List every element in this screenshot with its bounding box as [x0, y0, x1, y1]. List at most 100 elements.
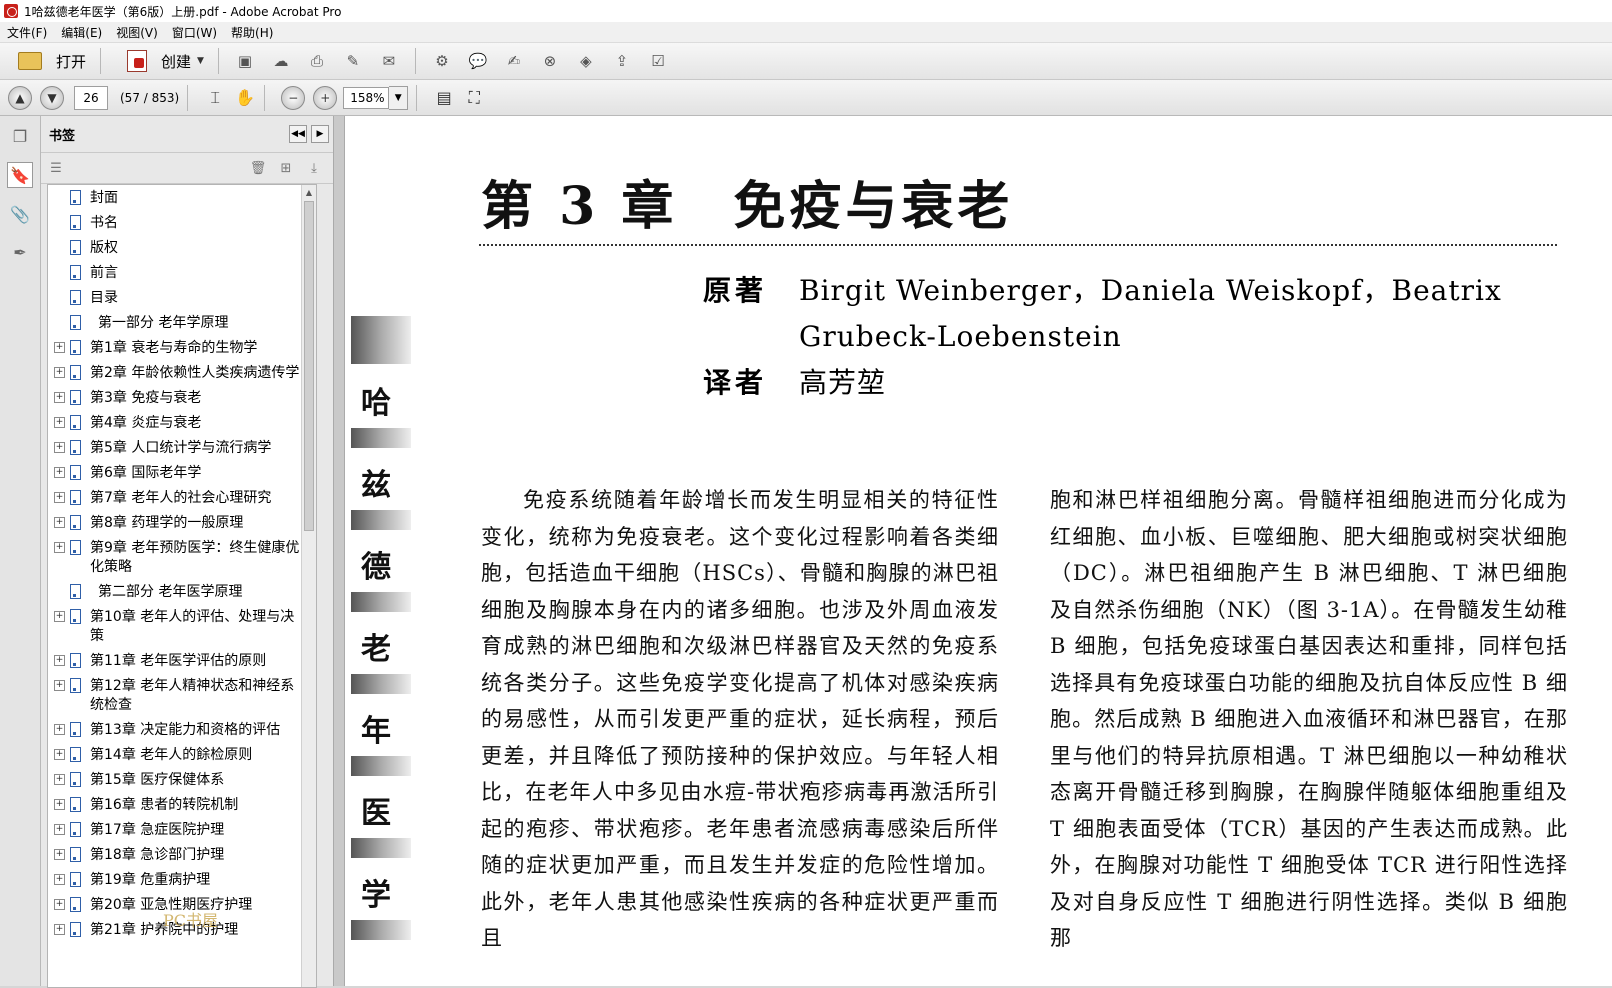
bookmark-item[interactable]: 版权	[48, 239, 300, 258]
bookmark-item[interactable]: + 第19章 危重病护理	[48, 871, 300, 890]
zoom-dropdown-button[interactable]: ▼	[389, 85, 409, 110]
fit-width-icon[interactable]: ⛶	[463, 87, 485, 109]
bookmark-item[interactable]: + 第14章 老年人的餘检原则	[48, 746, 300, 765]
bookmark-item[interactable]: 书名	[48, 214, 300, 233]
expand-icon[interactable]: +	[54, 924, 65, 935]
zoom-out-button[interactable]: −	[281, 85, 306, 110]
collapse-panel-button[interactable]: ◀◀	[289, 125, 307, 143]
expand-icon[interactable]: +	[54, 367, 65, 378]
acrobat-app-icon	[4, 4, 18, 18]
bookmark-item[interactable]: + 第4章 炎症与衰老	[48, 414, 300, 433]
attachments-icon[interactable]: 📎	[8, 202, 32, 226]
forms-icon[interactable]: ☑	[648, 51, 668, 71]
bookmark-item[interactable]: + 第11章 老年医学评估的原则	[48, 652, 300, 671]
page-count: (57 / 853)	[120, 90, 180, 105]
page-number-input[interactable]: 26	[74, 85, 108, 110]
bookmark-item[interactable]: + 第2章 年龄依赖性人类疾病遗传学	[48, 364, 300, 383]
bookmark-item[interactable]: + 第7章 老年人的社会心理研究	[48, 489, 300, 508]
edit-icon[interactable]: ✎	[343, 51, 363, 71]
zoom-in-button[interactable]: +	[313, 85, 338, 110]
panel-splitter[interactable]	[333, 116, 345, 986]
bookmark-item[interactable]: + 第18章 急诊部门护理	[48, 846, 300, 865]
bookmark-item[interactable]: + 第8章 药理学的一般原理	[48, 514, 300, 533]
select-tool-icon[interactable]: ⌶	[204, 87, 226, 109]
next-page-button[interactable]: ▼	[40, 85, 64, 110]
expand-icon[interactable]: +	[54, 680, 65, 691]
email-icon[interactable]: ✉	[379, 51, 399, 71]
secure-icon[interactable]: ⊗	[540, 51, 560, 71]
expand-bookmark-icon[interactable]: ⤓	[305, 159, 323, 177]
bookmark-item[interactable]: + 第16章 患者的转院机制	[48, 796, 300, 815]
expand-icon[interactable]: +	[54, 899, 65, 910]
review-icon[interactable]: ◈	[576, 51, 596, 71]
bookmark-icon	[70, 747, 81, 762]
expand-icon[interactable]: +	[54, 467, 65, 478]
signatures-icon[interactable]: ✒	[8, 240, 32, 264]
print-icon[interactable]: ⎙	[307, 51, 327, 71]
expand-icon[interactable]: +	[54, 417, 65, 428]
expand-icon[interactable]: +	[54, 824, 65, 835]
menu-edit[interactable]: 编辑(E)	[54, 24, 109, 41]
bookmark-item[interactable]: 封面	[48, 189, 300, 208]
gear-icon[interactable]: ⚙	[432, 51, 452, 71]
toolbar-divider	[416, 84, 418, 111]
upload-icon[interactable]: ☁	[271, 51, 291, 71]
bookmark-item[interactable]: + 第15章 医疗保健体系	[48, 771, 300, 790]
comment-icon[interactable]: 💬	[468, 51, 488, 71]
bookmark-item[interactable]: + 第12章 老年人精神状态和神经系统检查	[48, 677, 300, 715]
expand-icon[interactable]: +	[54, 749, 65, 760]
bookmark-options-icon[interactable]: ☰	[47, 159, 65, 177]
bookmark-item[interactable]: 第二部分 老年医学原理	[48, 583, 308, 602]
expand-icon[interactable]: +	[54, 874, 65, 885]
bookmark-icon	[70, 540, 81, 555]
bookmark-icon	[70, 822, 81, 837]
expand-icon[interactable]: +	[54, 611, 65, 622]
expand-icon[interactable]: +	[54, 517, 65, 528]
bookmark-icon	[70, 922, 81, 937]
bookmark-label: 第18章 急诊部门护理	[90, 847, 225, 863]
export-icon[interactable]: ⇪	[612, 51, 632, 71]
bookmark-icon	[70, 872, 81, 887]
bookmark-item[interactable]: + 第9章 老年预防医学：终生健康优化策略	[48, 539, 300, 577]
scroll-up-icon[interactable]: ▲	[302, 185, 316, 199]
expand-icon[interactable]: +	[54, 799, 65, 810]
expand-icon[interactable]: +	[54, 724, 65, 735]
bookmark-item[interactable]: + 第10章 老年人的评估、处理与决策	[48, 608, 300, 646]
bookmarks-scrollbar[interactable]: ▲	[301, 185, 316, 987]
bookmark-item[interactable]: 前言	[48, 264, 300, 283]
bookmark-item[interactable]: 目录	[48, 289, 300, 308]
expand-icon[interactable]: +	[54, 849, 65, 860]
menu-file[interactable]: 文件(F)	[0, 24, 54, 41]
panel-options-button[interactable]: ▶	[311, 125, 329, 143]
page-thumbnails-icon[interactable]: ❐	[8, 124, 32, 148]
save-icon[interactable]: ▣	[235, 51, 255, 71]
menu-view[interactable]: 视图(V)	[109, 24, 165, 41]
expand-icon[interactable]: +	[54, 442, 65, 453]
zoom-level-input[interactable]: 158%	[343, 86, 390, 109]
create-button[interactable]: 创建 ▼	[113, 47, 210, 75]
expand-icon[interactable]: +	[54, 492, 65, 503]
bookmark-item[interactable]: + 第13章 决定能力和资格的评估	[48, 721, 300, 740]
bookmark-item[interactable]: + 第5章 人口统计学与流行病学	[48, 439, 300, 458]
expand-icon[interactable]: +	[54, 542, 65, 553]
expand-icon[interactable]: +	[54, 392, 65, 403]
previous-page-button[interactable]: ▲	[8, 85, 32, 110]
bookmarks-icon[interactable]: 🔖	[7, 162, 33, 188]
fit-page-icon[interactable]: ▤	[433, 87, 455, 109]
scrollbar-thumb[interactable]	[304, 201, 314, 531]
expand-icon[interactable]: +	[54, 655, 65, 666]
expand-icon[interactable]: +	[54, 342, 65, 353]
sign-icon[interactable]: ✍	[504, 51, 524, 71]
expand-icon[interactable]: +	[54, 774, 65, 785]
open-button[interactable]: 打开	[4, 47, 92, 75]
menu-help[interactable]: 帮助(H)	[224, 24, 280, 41]
bookmark-item[interactable]: 第一部分 老年学原理	[48, 314, 308, 333]
delete-bookmark-icon[interactable]: 🗑	[249, 159, 267, 177]
bookmark-item[interactable]: + 第6章 国际老年学	[48, 464, 300, 483]
menu-window[interactable]: 窗口(W)	[165, 24, 224, 41]
new-bookmark-icon[interactable]: ⊞	[277, 159, 295, 177]
bookmark-item[interactable]: + 第3章 免疫与衰老	[48, 389, 300, 408]
bookmark-item[interactable]: + 第17章 急症医院护理	[48, 821, 300, 840]
hand-tool-icon[interactable]: ✋	[234, 87, 256, 109]
bookmark-item[interactable]: + 第1章 衰老与寿命的生物学	[48, 339, 300, 358]
